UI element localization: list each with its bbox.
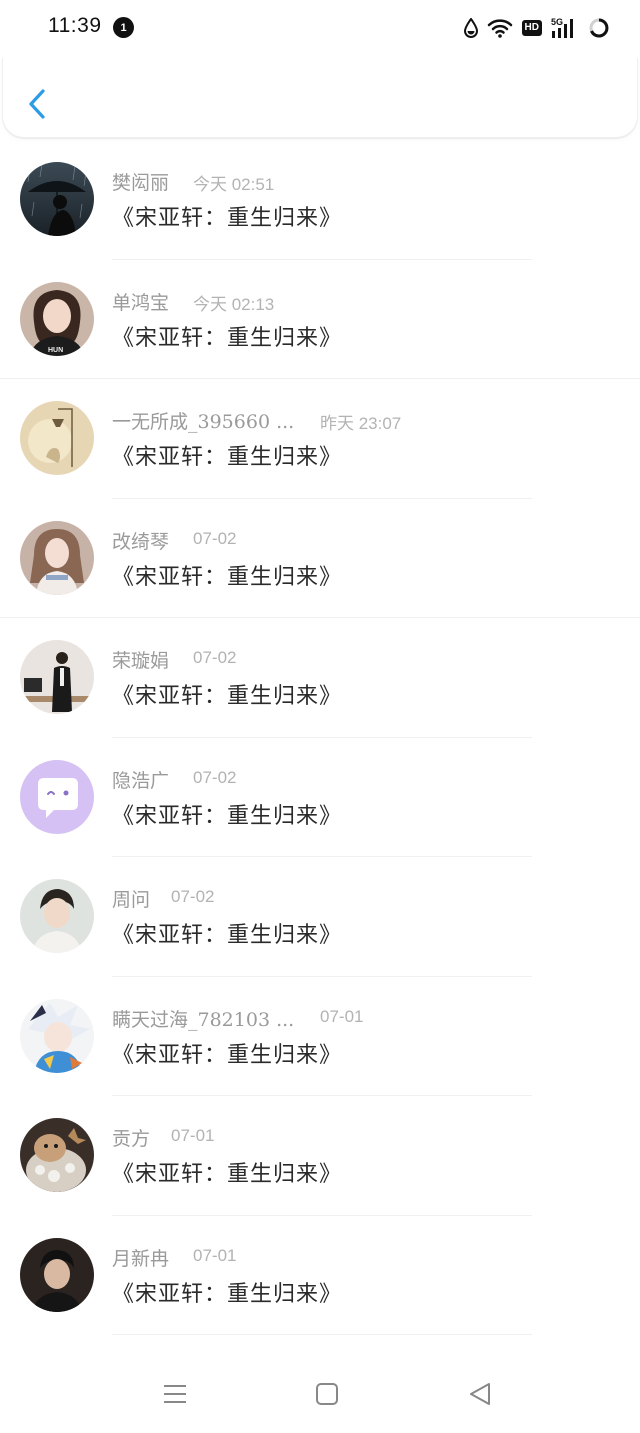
message-time: 今天 02:13 [193, 294, 275, 314]
sender-name: 隐浩广 [112, 769, 170, 792]
back-button[interactable] [21, 84, 51, 124]
sender-name: 周问 [112, 889, 151, 911]
list-item[interactable]: 荣璇娟 07-02 《宋亚轩：重生归来》 [0, 618, 640, 738]
home-square-icon [316, 1383, 338, 1405]
message-time: 07-02 [193, 528, 237, 548]
message-time: 07-01 [193, 1245, 237, 1265]
sender-name: 单鸿宝 [112, 291, 170, 314]
avatar[interactable] [20, 162, 94, 236]
menu-button[interactable] [160, 1379, 190, 1409]
status-icons: HD 5G [463, 16, 610, 40]
message-list: 樊闳丽 今天 02:51 《宋亚轩：重生归来》 HUN 单鸿宝 今天 02:13… [0, 140, 640, 1335]
message-preview: 《宋亚轩：重生归来》 [112, 1162, 343, 1187]
message-time: 07-02 [171, 887, 215, 906]
message-time: 昨天 23:07 [320, 414, 402, 433]
message-preview: 《宋亚轩：重生归来》 [112, 923, 343, 948]
message-time: 今天 02:51 [193, 175, 275, 194]
sender-name: 瞒天过海_782103 ... [112, 1008, 295, 1031]
home-button[interactable] [312, 1379, 342, 1409]
message-time: 07-02 [193, 648, 237, 667]
message-preview: 《宋亚轩：重生归来》 [112, 206, 343, 231]
sender-name: 改绮琴 [112, 530, 170, 553]
list-item[interactable]: 瞒天过海_782103 ... 07-01 《宋亚轩：重生归来》 [0, 977, 640, 1096]
message-time: 07-02 [193, 767, 237, 787]
list-item[interactable]: 樊闳丽 今天 02:51 《宋亚轩：重生归来》 [0, 140, 640, 260]
header [2, 58, 638, 138]
back-triangle-icon [470, 1383, 490, 1405]
svg-text:5G: 5G [551, 17, 563, 27]
notification-count-badge: 1 [113, 17, 134, 38]
avatar[interactable] [20, 879, 94, 953]
sender-name: 月新冉 [112, 1247, 170, 1270]
signal-5g-icon: 5G [551, 17, 573, 38]
list-item[interactable]: 一无所成_395660 ... 昨天 23:07 《宋亚轩：重生归来》 [0, 379, 640, 499]
system-nav-bar [0, 1353, 640, 1433]
sender-name: 贡方 [112, 1128, 151, 1150]
message-preview: 《宋亚轩：重生归来》 [112, 564, 343, 590]
battery-ring-icon [589, 18, 609, 38]
message-preview: 《宋亚轩：重生归来》 [112, 684, 343, 709]
sender-name: 一无所成_395660 ... [112, 411, 295, 433]
avatar[interactable] [20, 1237, 94, 1312]
sender-name: 荣璇娟 [112, 650, 170, 672]
avatar[interactable] [20, 759, 94, 834]
list-item[interactable]: 隐浩广 07-02 《宋亚轩：重生归来》 [0, 738, 640, 857]
list-item[interactable]: 改绮琴 07-02 《宋亚轩：重生归来》 [0, 499, 640, 618]
svg-text:HUN: HUN [48, 347, 63, 354]
back-nav-button[interactable] [465, 1379, 495, 1409]
message-preview: 《宋亚轩：重生归来》 [112, 1042, 343, 1068]
menu-icon [164, 1385, 186, 1403]
list-item[interactable]: 贡方 07-01 《宋亚轩：重生归来》 [0, 1096, 640, 1216]
list-item[interactable]: HUN 单鸿宝 今天 02:13 《宋亚轩：重生归来》 [0, 260, 640, 379]
avatar[interactable] [20, 520, 94, 595]
list-item[interactable]: 周问 07-02 《宋亚轩：重生归来》 [0, 857, 640, 977]
avatar[interactable] [20, 1118, 94, 1192]
sender-name: 樊闳丽 [112, 172, 170, 194]
message-preview: 《宋亚轩：重生归来》 [112, 325, 343, 351]
wifi-icon [487, 19, 512, 38]
status-bar: 11:39 1 HD 5G [0, 0, 640, 58]
message-preview: 《宋亚轩：重生归来》 [112, 445, 343, 470]
message-preview: 《宋亚轩：重生归来》 [112, 803, 343, 829]
avatar[interactable]: HUN [20, 281, 94, 356]
message-preview: 《宋亚轩：重生归来》 [112, 1281, 343, 1307]
avatar[interactable] [20, 998, 94, 1073]
list-item[interactable]: 月新冉 07-01 《宋亚轩：重生归来》 [0, 1216, 640, 1335]
message-time: 07-01 [171, 1126, 215, 1145]
message-time: 07-01 [320, 1006, 364, 1026]
chevron-left-icon [29, 89, 45, 119]
hd-icon: HD [521, 20, 542, 36]
water-drop-icon [463, 18, 478, 38]
avatar[interactable] [20, 401, 94, 475]
status-time: 11:39 [48, 14, 102, 37]
avatar[interactable] [20, 640, 94, 714]
divider [112, 1334, 532, 1335]
